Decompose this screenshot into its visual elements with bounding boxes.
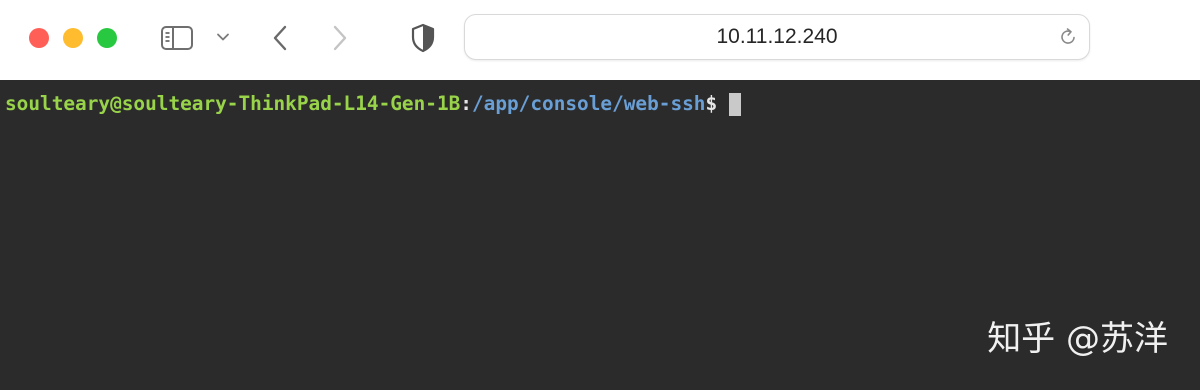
shield-icon [411, 23, 435, 53]
address-text: 10.11.12.240 [716, 25, 838, 48]
forward-button[interactable] [326, 22, 354, 54]
sidebar-menu-button[interactable] [212, 26, 234, 48]
maximize-window-button[interactable] [97, 28, 117, 48]
reload-icon [1061, 28, 1075, 44]
prompt-colon: : [460, 92, 472, 115]
reload-button[interactable] [1057, 26, 1079, 48]
sidebar-toggle-button[interactable] [160, 24, 194, 52]
terminal-cursor [729, 92, 742, 116]
forward-arrow-icon [333, 25, 347, 51]
close-window-button[interactable] [29, 28, 49, 48]
prompt-path: /app/console/web-ssh [471, 92, 706, 115]
chevron-down-icon [217, 33, 229, 41]
minimize-window-button[interactable] [63, 28, 83, 48]
prompt-dollar: $ [705, 92, 718, 115]
watermark: 知乎 @苏洋 [987, 319, 1168, 359]
browser-toolbar: 10.11.12.240 [0, 0, 1200, 80]
terminal[interactable]: soulteary@soulteary-ThinkPad-L14-Gen-1B:… [0, 80, 1200, 390]
back-arrow-icon [273, 25, 287, 51]
prompt-user-host: soulteary@soulteary-ThinkPad-L14-Gen-1B [5, 92, 461, 115]
prompt-line: soulteary@soulteary-ThinkPad-L14-Gen-1B:… [5, 92, 742, 116]
sidebar-icon [161, 26, 193, 50]
browser-window: 10.11.12.240 soulteary@soulteary-ThinkPa… [0, 0, 1200, 390]
back-button[interactable] [266, 22, 294, 54]
address-bar[interactable]: 10.11.12.240 [464, 14, 1090, 60]
privacy-report-button[interactable] [408, 22, 438, 54]
